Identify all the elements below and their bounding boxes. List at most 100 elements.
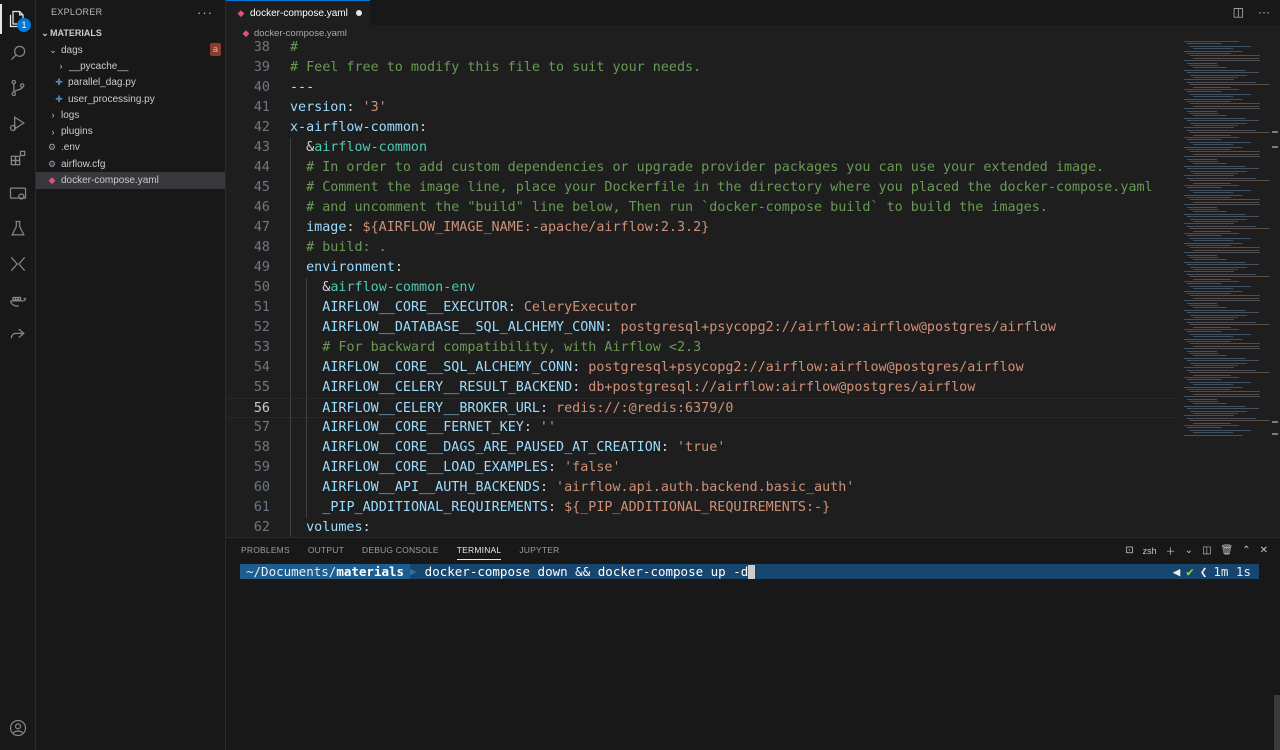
shell-name[interactable]: zsh	[1143, 546, 1157, 556]
chevron-down-icon[interactable]: ⌄	[1185, 545, 1193, 556]
docker-icon[interactable]	[0, 283, 36, 317]
tree-file-parallel-dag[interactable]: ✚ parallel_dag.py	[36, 75, 225, 91]
minimap-line	[1187, 43, 1222, 45]
code-line[interactable]: 58 AIRFLOW__CORE__DAGS_ARE_PAUSED_AT_CREA…	[226, 438, 1176, 458]
code-editor[interactable]: 38 #39 # Feel free to modify this file to …	[226, 41, 1280, 537]
trash-icon[interactable]: 🗑	[1221, 545, 1234, 556]
tree-item-label: .env	[61, 142, 80, 154]
explorer-title: EXPLORER	[51, 7, 103, 17]
minimap-line	[1190, 257, 1218, 258]
code-line[interactable]: 56 AIRFLOW__CELERY__BROKER_URL: redis://:…	[226, 398, 1176, 419]
tree-file-env[interactable]: ⚙ .env	[36, 140, 225, 156]
code-text: # In order to add custom dependencies or…	[306, 160, 1105, 175]
chevron-down-icon: ⌄	[41, 27, 49, 38]
code-line[interactable]: 50 &airflow-common-env	[226, 278, 1176, 298]
tree-file-airflow-cfg[interactable]: ⚙ airflow.cfg	[36, 156, 225, 172]
minimap-line	[1190, 247, 1260, 249]
airflow-icon[interactable]	[0, 247, 36, 281]
indent-guide	[306, 318, 308, 338]
more-actions-icon[interactable]: ···	[1258, 5, 1270, 19]
code-line[interactable]: 46 # and uncomment the "build" line below…	[226, 198, 1176, 218]
minimap-line	[1190, 362, 1247, 364]
code-line[interactable]: 38 #	[226, 41, 1176, 58]
code-line[interactable]: 60 AIRFLOW__API__AUTH_BACKENDS: 'airflow.…	[226, 478, 1176, 498]
tree-file-user-processing[interactable]: ✚ user_processing.py	[36, 91, 225, 107]
tab-output[interactable]: OUTPUT	[308, 545, 344, 560]
testing-icon[interactable]	[0, 212, 36, 246]
breadcrumb-file[interactable]: docker-compose.yaml	[254, 28, 347, 39]
live-share-icon[interactable]	[0, 318, 36, 352]
minimap-line	[1190, 113, 1218, 114]
code-line[interactable]: 45 # Comment the image line, place your D…	[226, 178, 1176, 198]
code-line[interactable]: 59 AIRFLOW__CORE__LOAD_EXAMPLES: 'false'	[226, 458, 1176, 478]
code-line[interactable]: 52 AIRFLOW__DATABASE__SQL_ALCHEMY_CONN: p…	[226, 318, 1176, 338]
source-control-icon[interactable]	[0, 71, 36, 105]
code-line[interactable]: 44 # In order to add custom dependencies …	[226, 158, 1176, 178]
minimap[interactable]	[1180, 41, 1270, 537]
minimap-line	[1190, 65, 1218, 66]
minimap-line	[1184, 213, 1246, 215]
code-line[interactable]: 42 x-airflow-common:	[226, 118, 1176, 138]
prompt-path: ~/Documents/materials	[240, 564, 411, 579]
minimap-line	[1184, 137, 1239, 138]
tree-file-docker-compose[interactable]: ◆ docker-compose.yaml	[36, 172, 225, 189]
code-line[interactable]: 39 # Feel free to modify this file to sui…	[226, 58, 1176, 78]
extensions-icon[interactable]	[0, 141, 36, 175]
indent-guide	[290, 178, 291, 198]
editor-scrollbar[interactable]	[1270, 41, 1280, 537]
code-line[interactable]: 43 &airflow-common	[226, 138, 1176, 158]
remote-explorer-icon[interactable]	[0, 177, 36, 211]
minimap-line	[1184, 386, 1242, 388]
account-icon[interactable]	[0, 711, 36, 745]
tab-problems[interactable]: PROBLEMS	[241, 545, 290, 560]
explorer-icon[interactable]: 1	[0, 2, 36, 36]
code-line[interactable]: 47 image: ${AIRFLOW_IMAGE_NAME:-apache/ai…	[226, 218, 1176, 238]
minimap-line	[1190, 122, 1247, 124]
code-line[interactable]: 51 AIRFLOW__CORE__EXECUTOR: CeleryExecuto…	[226, 298, 1176, 318]
tree-folder-dags[interactable]: ⌄ dags a	[36, 42, 225, 58]
tab-jupyter[interactable]: JUPYTER	[519, 545, 559, 560]
new-terminal-icon[interactable]: ＋	[1166, 543, 1176, 558]
code-line[interactable]: 41 version: '3'	[226, 98, 1176, 118]
terminal-prompt-line[interactable]: ~/Documents/materials ▶ docker-compose d…	[240, 564, 1259, 579]
code-line[interactable]: 62 volumes:	[226, 518, 1176, 537]
tab-docker-compose[interactable]: ◆ docker-compose.yaml	[226, 0, 370, 25]
minimap-line	[1190, 333, 1251, 335]
code-line[interactable]: 49 environment:	[226, 258, 1176, 278]
minimap-line	[1193, 326, 1231, 328]
close-icon[interactable]: ✕	[1260, 545, 1268, 556]
code-line[interactable]: 57 AIRFLOW__CORE__FERNET_KEY: ''	[226, 418, 1176, 438]
tab-debug-console[interactable]: DEBUG CONSOLE	[362, 545, 439, 560]
terminal-scrollbar[interactable]	[1274, 695, 1280, 750]
unsaved-dot-icon[interactable]	[355, 10, 362, 16]
code-line[interactable]: 40 ---	[226, 78, 1176, 98]
line-number: 58	[253, 440, 270, 455]
minimap-line	[1190, 266, 1247, 268]
minimap-line	[1190, 103, 1260, 105]
chevron-up-icon[interactable]: ⌃	[1242, 545, 1250, 556]
workspace-section-header[interactable]: ⌄ MATERIALS	[36, 24, 225, 42]
tab-terminal[interactable]: TERMINAL	[456, 545, 502, 560]
tree-folder-pycache[interactable]: › __pycache__	[36, 58, 225, 74]
split-terminal-icon[interactable]: ◫	[1202, 545, 1211, 556]
git-added-badge: a	[210, 43, 221, 56]
minimap-line	[1187, 389, 1231, 390]
code-text: &airflow-common	[306, 140, 428, 155]
code-line[interactable]: 54 AIRFLOW__CORE__SQL_ALCHEMY_CONN: postg…	[226, 358, 1176, 378]
line-number: 44	[253, 160, 270, 175]
code-line[interactable]: 61 _PIP_ADDITIONAL_REQUIREMENTS: ${_PIP_A…	[226, 498, 1176, 518]
code-line[interactable]: 55 AIRFLOW__CELERY__RESULT_BACKEND: db+po…	[226, 378, 1176, 398]
code-line[interactable]: 48 # build: .	[226, 238, 1176, 258]
minimap-line	[1193, 96, 1233, 98]
minimap-line	[1184, 108, 1260, 110]
run-debug-icon[interactable]	[0, 106, 36, 140]
line-number: 46	[253, 200, 270, 215]
indent-guide	[290, 318, 291, 338]
more-actions-icon[interactable]: ···	[197, 5, 213, 20]
code-line[interactable]: 53 # For backward compatibility, with Air…	[226, 338, 1176, 358]
tree-folder-plugins[interactable]: › plugins	[36, 123, 225, 139]
search-icon[interactable]	[0, 36, 36, 70]
indent-guide	[290, 278, 291, 298]
tree-folder-logs[interactable]: › logs	[36, 107, 225, 123]
split-editor-icon[interactable]: ◫	[1233, 5, 1244, 19]
